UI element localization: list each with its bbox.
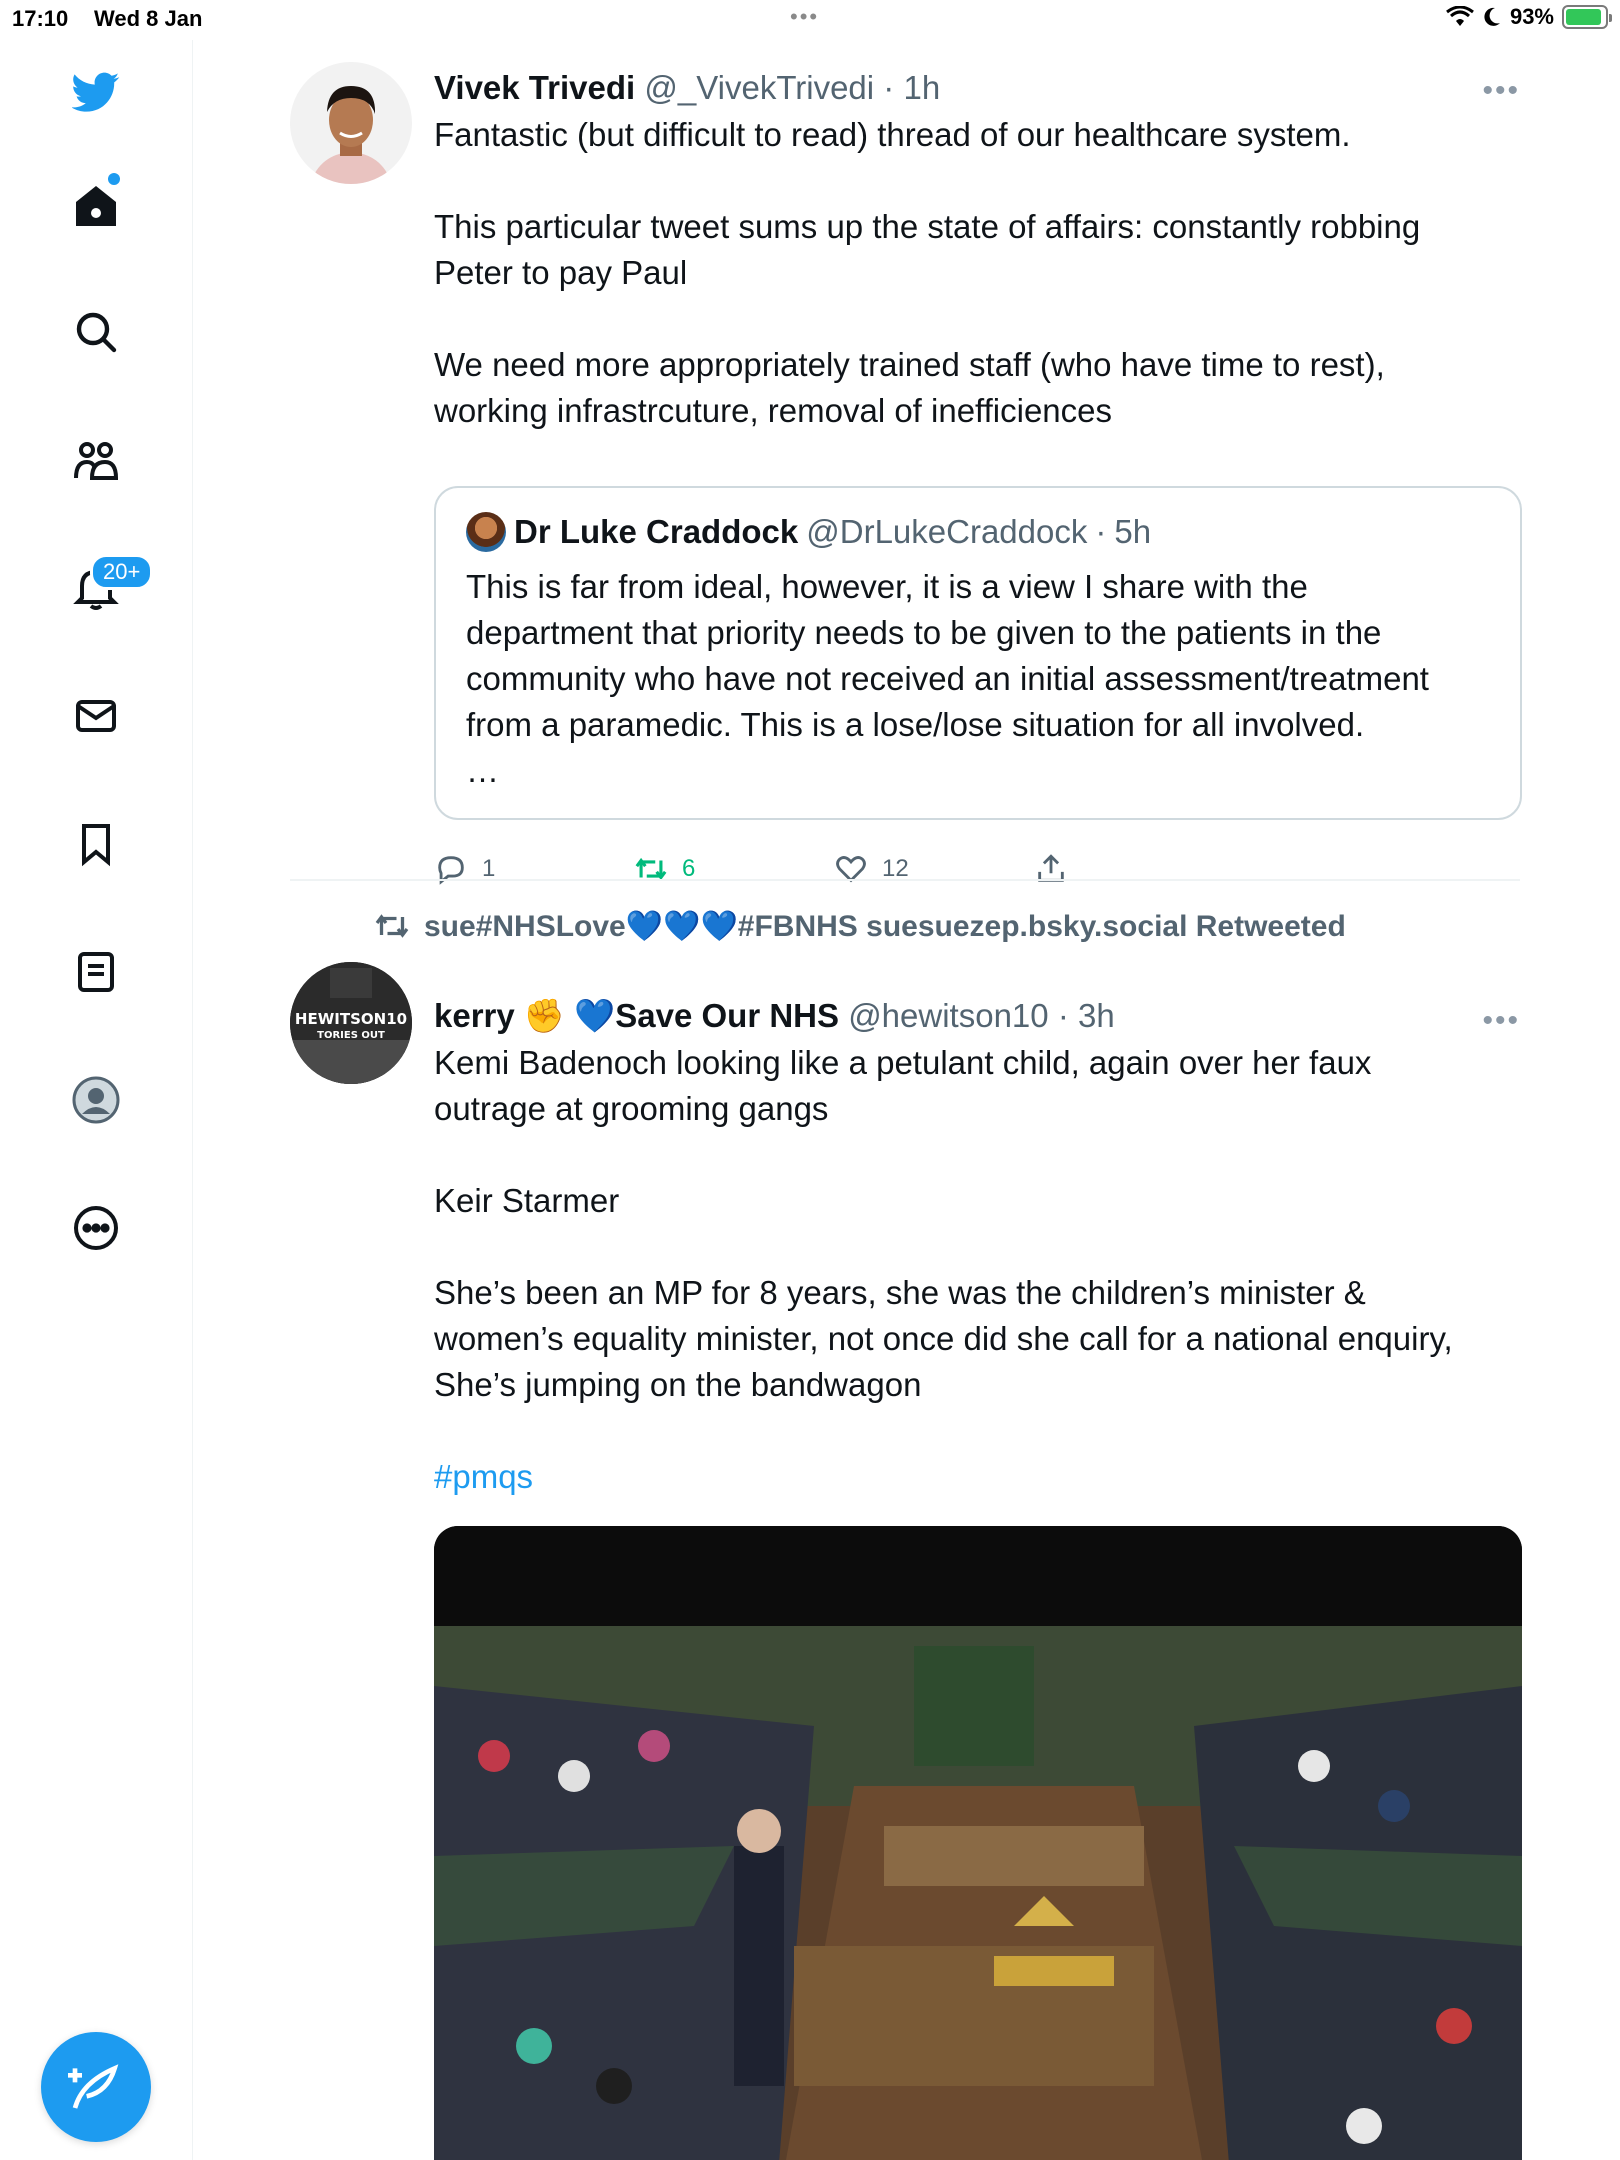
messages-icon[interactable] [66,686,126,746]
avatar[interactable]: HEWITSON10 TORIES OUT [290,962,412,1084]
author-handle[interactable]: @_VivekTrivedi [644,69,874,106]
battery-icon [1562,5,1612,29]
avatar-subtext: TORIES OUT [317,1030,385,1041]
quoted-tweet-text: This is far from ideal, however, it is a… [466,568,1429,789]
twitter-logo-icon[interactable] [66,62,126,122]
quoted-tweet-time: 5h [1114,513,1152,550]
video-player[interactable]: CC [434,1526,1522,2160]
quoted-author-handle: @DrLukeCraddock [806,513,1088,550]
more-icon[interactable] [66,1198,126,1258]
more-options-icon[interactable]: ••• [1482,1004,1520,1038]
author-name[interactable]: kerry ✊ 💙Save Our NHS [434,997,839,1034]
communities-icon[interactable] [66,430,126,490]
compose-button[interactable] [41,2032,151,2142]
author-handle[interactable]: @hewitson10 [848,997,1048,1034]
moon-icon [1484,7,1500,26]
multitask-dots[interactable]: ••• [790,4,819,30]
tweet-text: Fantastic (but difficult to read) thread… [434,116,1421,429]
wifi-icon [1446,6,1474,26]
quoted-tweet[interactable]: Dr Luke Craddock @DrLukeCraddock · 5h Th… [434,486,1522,820]
avatar-text: HEWITSON10 [295,1010,407,1028]
retweeted-by-line[interactable]: sue#NHSLove💙💙💙#FBNHS suesuezep.bsky.soci… [374,908,1346,944]
avatar[interactable] [290,62,412,184]
sidebar-nav: 20+ [0,40,193,2160]
tweet-actions: 1 6 12 [434,852,1074,896]
hashtag-link[interactable]: #pmqs [434,1454,1520,1500]
separator: · [1057,997,1069,1034]
lists-icon[interactable] [66,942,126,1002]
status-bar: 17:10 Wed 8 Jan ••• 93% [0,0,1620,40]
profile-icon[interactable] [66,1070,126,1130]
quoted-author-name: Dr Luke Craddock [514,513,799,550]
bookmarks-icon[interactable] [66,814,126,874]
separator: · [883,69,895,106]
battery-percent: 93% [1509,4,1554,29]
tweet-time[interactable]: 1h [903,69,940,106]
home-unread-dot [108,173,120,185]
separator: · [1095,513,1107,550]
retweeted-by-text: sue#NHSLove💙💙💙#FBNHS suesuezep.bsky.soci… [424,909,1346,943]
status-date: Wed 8 Jan [94,6,203,31]
notifications-badge: 20+ [90,554,154,590]
quoted-avatar [466,512,506,552]
tweet-divider [290,879,1520,881]
retweet-icon [375,914,409,938]
home-icon[interactable] [66,176,126,236]
compose-icon [68,2064,119,2109]
video-thumbnail [434,1526,1522,2160]
tweet-time[interactable]: 3h [1078,997,1115,1034]
status-time: 17:10 [12,6,69,31]
author-name[interactable]: Vivek Trivedi [434,69,635,106]
more-options-icon[interactable]: ••• [1482,74,1520,108]
search-icon[interactable] [66,302,126,362]
battery-fill [1566,9,1602,25]
tweet-text: Kemi Badenoch looking like a petulant ch… [434,1044,1453,1403]
